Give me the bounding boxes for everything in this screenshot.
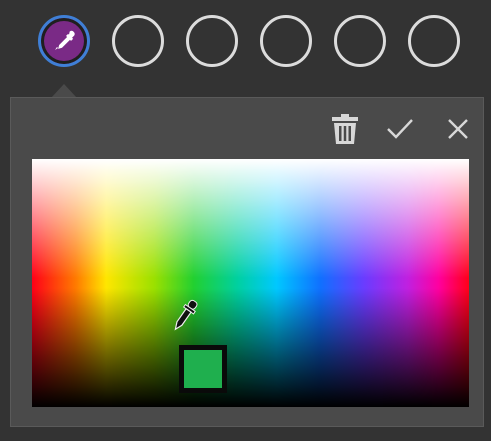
swatch-empty-3[interactable] <box>186 15 238 67</box>
selected-color-indicator[interactable] <box>179 345 227 393</box>
confirm-button[interactable] <box>383 112 417 146</box>
close-icon <box>448 119 468 139</box>
popup-pointer <box>51 84 77 98</box>
swatch-empty-5[interactable] <box>334 15 386 67</box>
swatch-active[interactable] <box>38 15 90 67</box>
swatch-empty-2[interactable] <box>112 15 164 67</box>
color-picker-window <box>0 0 491 441</box>
swatch-empty-6[interactable] <box>408 15 460 67</box>
checkmark-icon <box>387 119 413 139</box>
delete-button[interactable] <box>328 112 362 146</box>
trash-icon <box>332 114 358 144</box>
color-spectrum-field[interactable] <box>32 159 469 407</box>
close-button[interactable] <box>441 112 475 146</box>
eyedropper-icon <box>55 30 75 50</box>
swatch-empty-4[interactable] <box>260 15 312 67</box>
